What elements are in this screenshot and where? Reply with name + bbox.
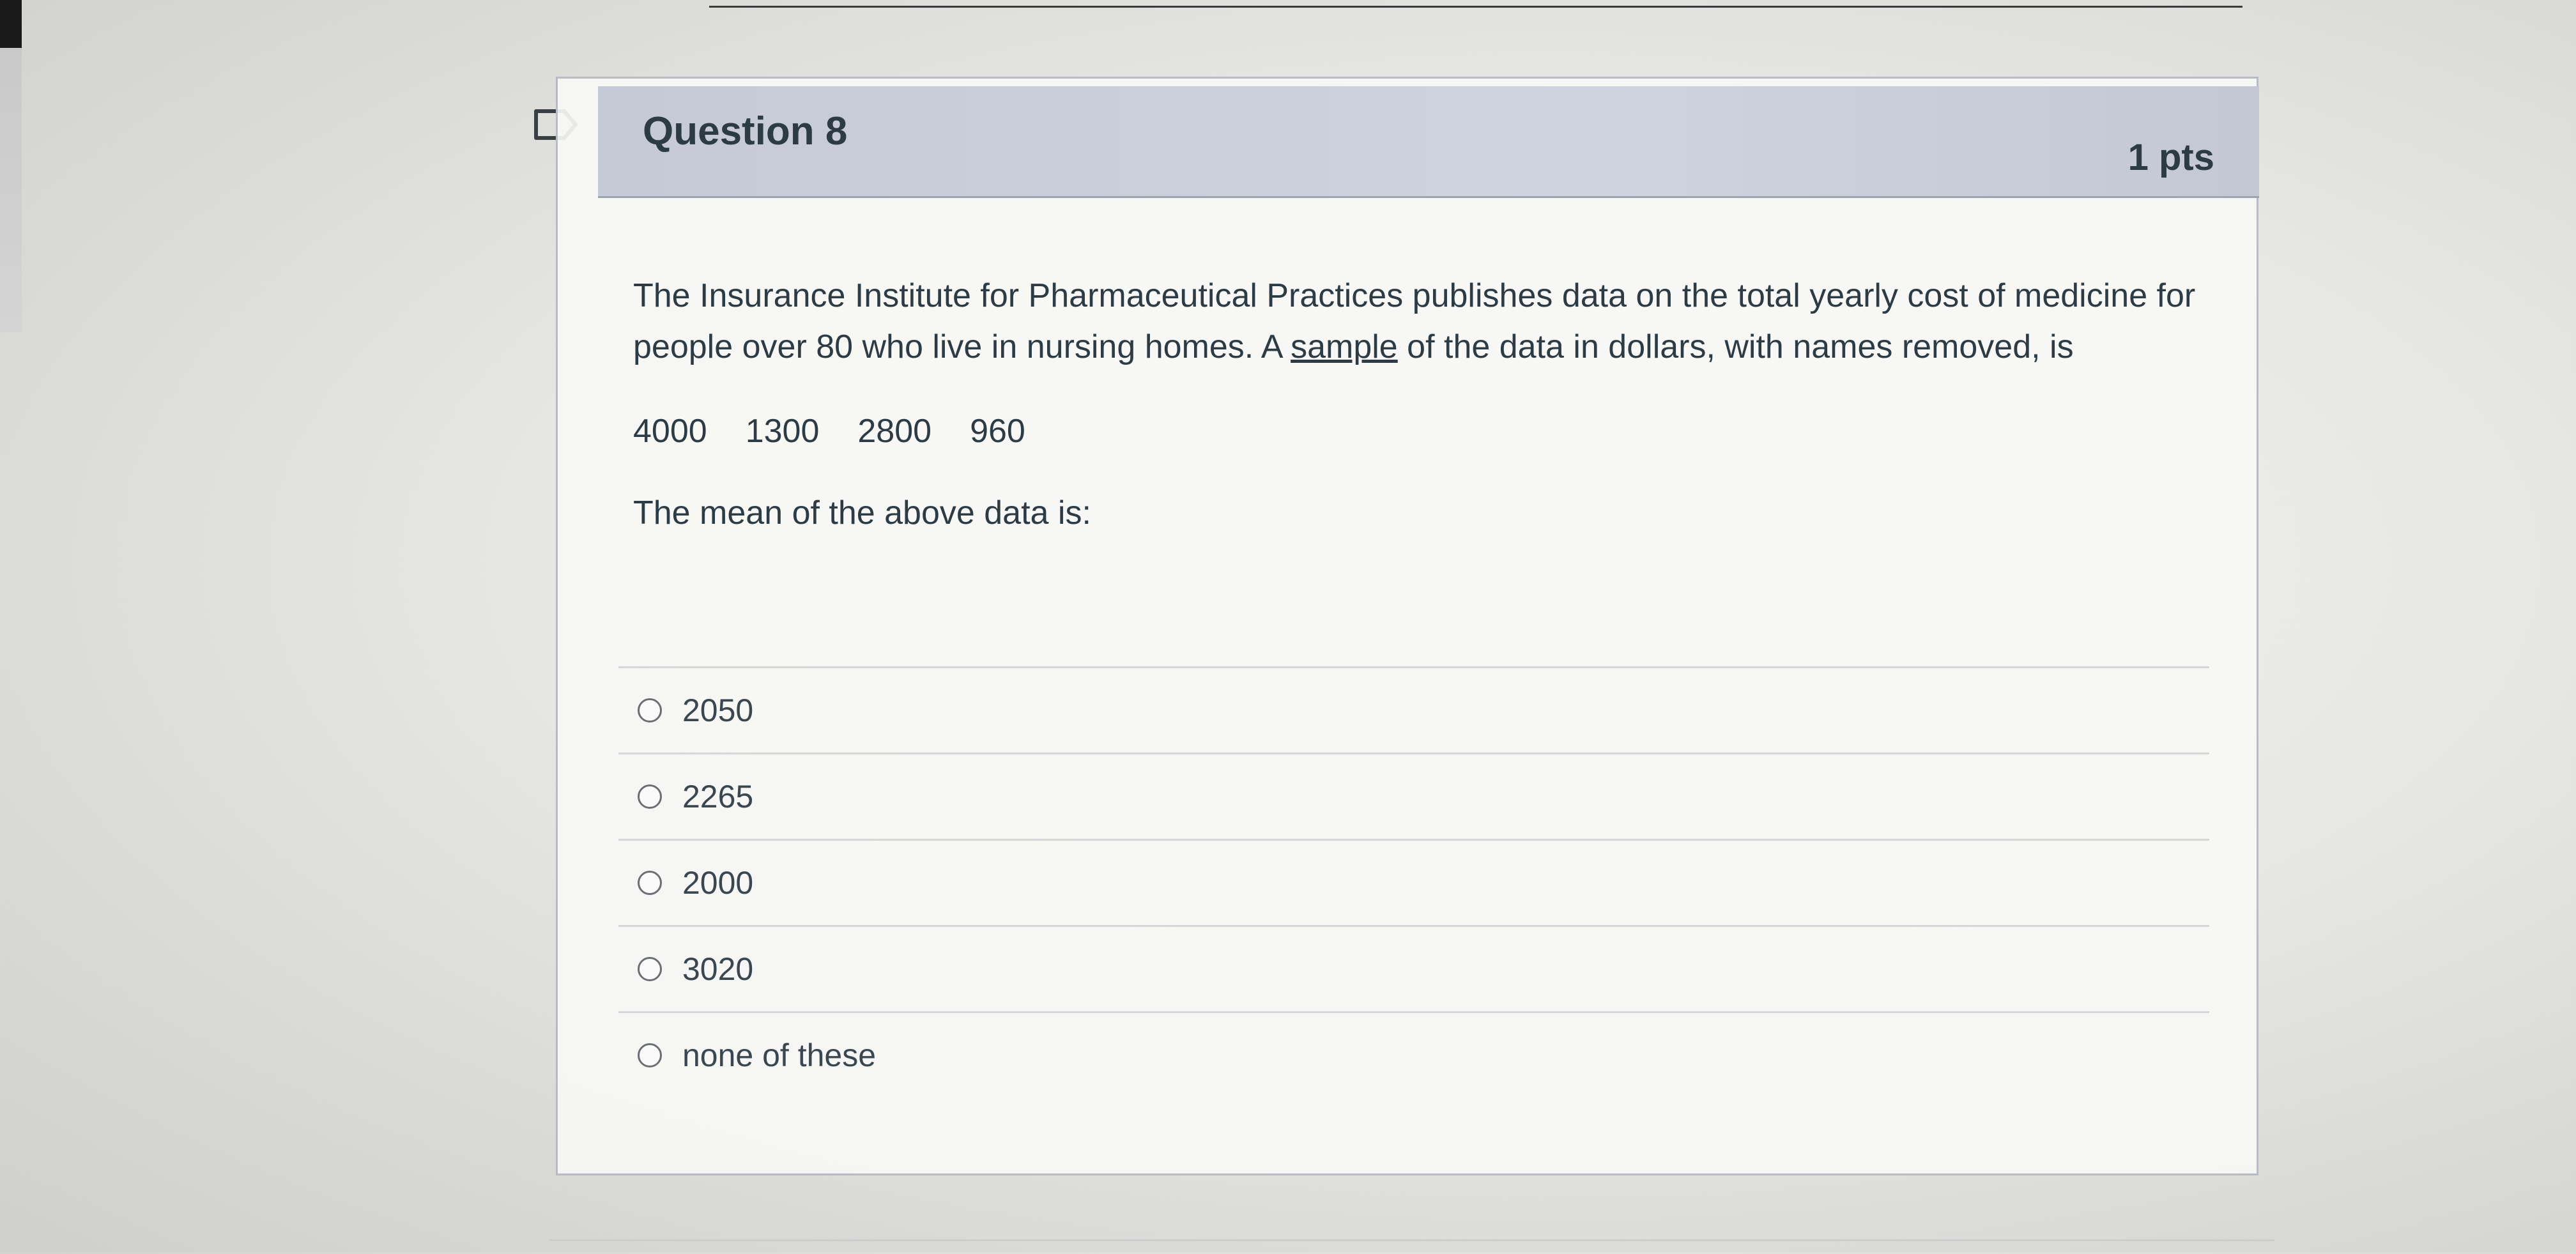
top-divider — [709, 0, 2242, 8]
data-value: 4000 — [633, 413, 707, 450]
answer-label[interactable]: 2265 — [682, 778, 753, 815]
answer-label[interactable]: 3020 — [682, 951, 753, 988]
answer-option[interactable]: none of these — [618, 1011, 2209, 1097]
radio-button-icon[interactable] — [638, 957, 662, 981]
screen-left-edge — [0, 0, 22, 332]
question-title: Question 8 — [643, 109, 848, 153]
answer-option[interactable]: 3020 — [618, 925, 2209, 1011]
answer-label[interactable]: 2000 — [682, 864, 753, 901]
answer-label[interactable]: 2050 — [682, 692, 753, 729]
answer-option[interactable]: 2265 — [618, 753, 2209, 839]
prompt-text-end: of the data in dollars, with names remov… — [1397, 328, 2074, 365]
radio-button-icon[interactable] — [638, 871, 662, 895]
mean-question: The mean of the above data is: — [633, 494, 1091, 531]
question-body: The Insurance Institute for Pharmaceutic… — [633, 270, 2198, 539]
data-value: 960 — [970, 413, 1025, 450]
answer-list: 2050 2265 2000 3020 none of these — [618, 666, 2209, 1097]
question-header: Question 8 1 pts — [598, 86, 2259, 198]
prompt-underlined-word: sample — [1291, 328, 1398, 365]
question-prompt: The Insurance Institute for Pharmaceutic… — [633, 270, 2198, 372]
answer-label[interactable]: none of these — [682, 1037, 876, 1074]
question-points: 1 pts — [2128, 137, 2214, 178]
answer-option[interactable]: 2000 — [618, 839, 2209, 925]
data-value: 1300 — [745, 413, 820, 450]
question-card: Question 8 1 pts The Insurance Institute… — [556, 77, 2259, 1175]
data-values: 4000 1300 2800 960 — [633, 406, 2198, 457]
radio-button-icon[interactable] — [638, 698, 662, 723]
radio-button-icon[interactable] — [638, 1043, 662, 1067]
data-value: 2800 — [857, 413, 932, 450]
answer-option[interactable]: 2050 — [618, 666, 2209, 753]
radio-button-icon[interactable] — [638, 784, 662, 809]
